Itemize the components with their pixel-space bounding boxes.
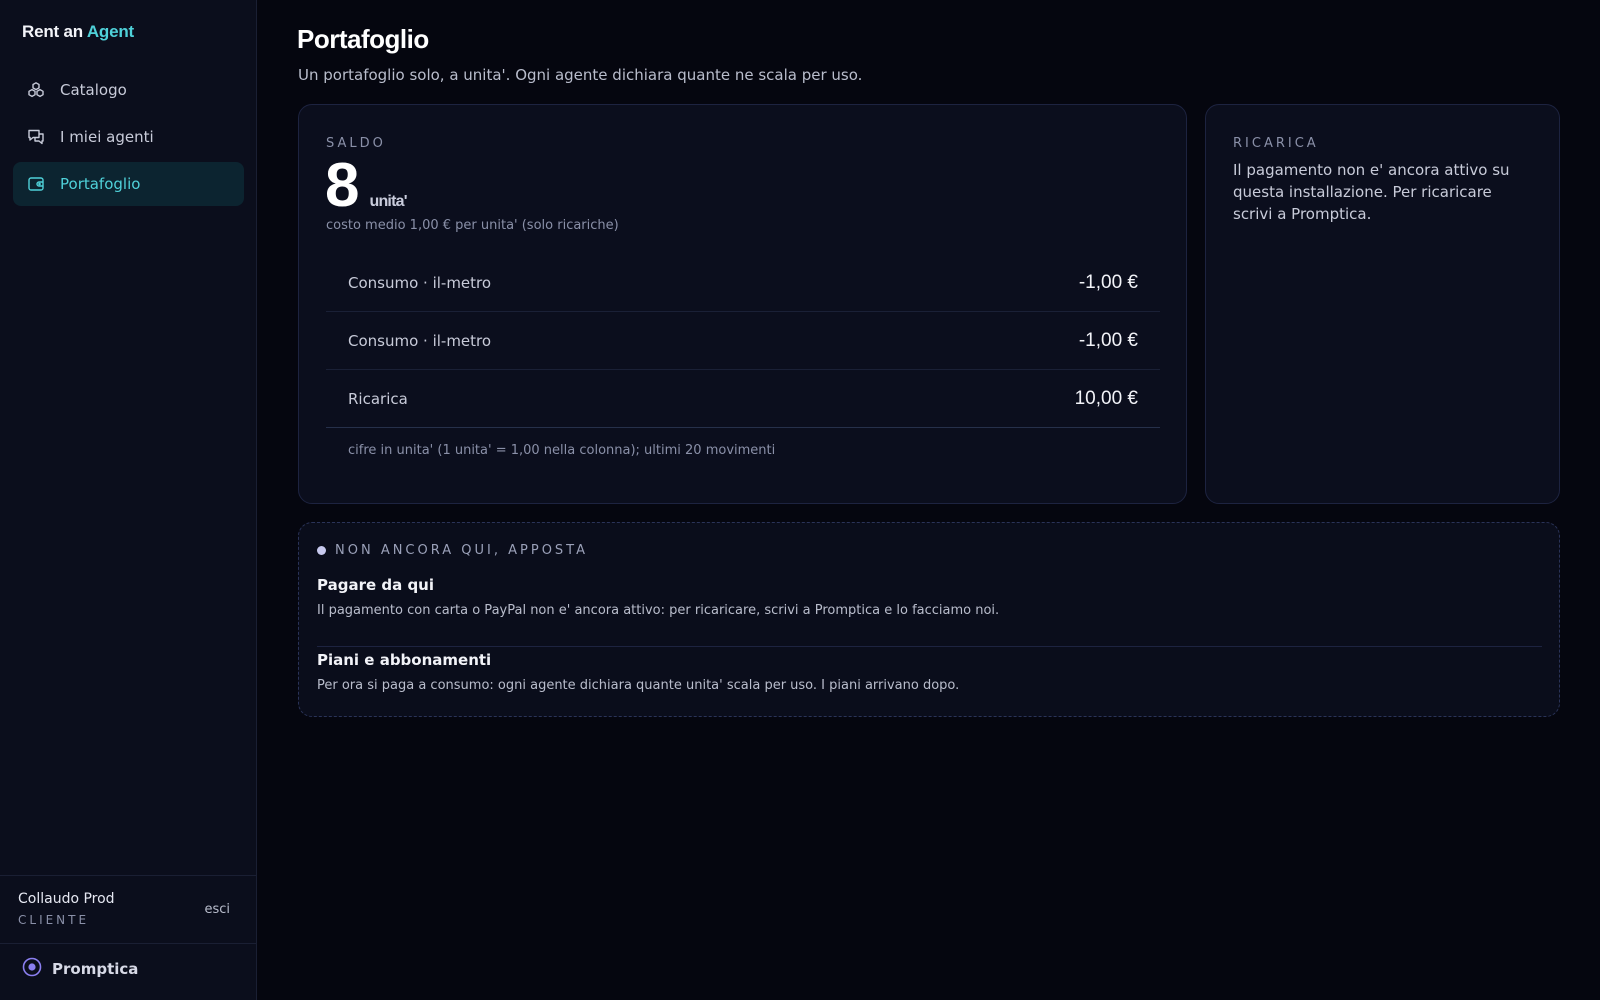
sidebar-item-label: I miei agenti (60, 128, 154, 146)
not-yet-item-title: Piani e abbonamenti (317, 651, 492, 669)
footer-brand-name: Promptica (52, 960, 139, 978)
page-title: Portafoglio (297, 24, 429, 54)
saldo-label: SALDO (326, 136, 386, 151)
user-block: Collaudo Prod CLIENTE esci (0, 875, 256, 944)
movement-amount: 10,00 € (1074, 387, 1138, 409)
balance: 8 unita' (325, 151, 408, 220)
dot-icon (317, 546, 326, 555)
balance-value: 8 (325, 151, 360, 220)
not-yet-title: NON ANCORA QUI, APPOSTA (335, 543, 588, 558)
cubes-icon (26, 80, 46, 100)
not-yet-item-text: Per ora si paga a consumo: ogni agente d… (317, 678, 960, 693)
balance-unit: unita' (369, 193, 407, 210)
movement-amount: -1,00 € (1078, 271, 1138, 293)
movement-amount: -1,00 € (1078, 329, 1138, 351)
logout-link[interactable]: esci (204, 902, 230, 917)
movement-row: Ricarica 10,00 € (326, 370, 1160, 428)
user-role: CLIENTE (18, 913, 90, 927)
page-subtitle: Un portafoglio solo, a unita'. Ogni agen… (298, 66, 863, 84)
wallet-icon (26, 174, 46, 194)
ricarica-card: RICARICA Il pagamento non e' ancora atti… (1205, 104, 1560, 504)
sidebar-item-portafoglio[interactable]: Portafoglio (13, 162, 244, 206)
user-name: Collaudo Prod (18, 891, 115, 907)
brand-accent: Agent (86, 22, 135, 41)
sidebar-item-label: Catalogo (60, 81, 127, 99)
target-icon (22, 957, 42, 981)
sidebar-item-catalogo[interactable]: Catalogo (13, 68, 244, 112)
average-cost: costo medio 1,00 € per unita' (solo rica… (326, 218, 619, 233)
sidebar-nav: Catalogo I miei agenti Portafoglio (13, 68, 244, 209)
brand-logo[interactable]: Rent an Agent (22, 22, 134, 42)
movement-label: Consumo · il-metro (348, 273, 492, 292)
movement-row: Consumo · il-metro -1,00 € (326, 312, 1160, 370)
sidebar-item-agenti[interactable]: I miei agenti (13, 115, 244, 159)
saldo-card: SALDO 8 unita' costo medio 1,00 € per un… (298, 104, 1187, 504)
brand-prefix: Rent an (22, 22, 83, 41)
not-yet-item: Pagare da qui Il pagamento con carta o P… (317, 576, 1542, 647)
movements-note: cifre in unita' (1 unita' = 1,00 nella c… (348, 443, 776, 458)
not-yet-header: NON ANCORA QUI, APPOSTA (317, 543, 588, 558)
sidebar-item-label: Portafoglio (60, 175, 141, 193)
movement-row: Consumo · il-metro -1,00 € (326, 254, 1160, 312)
movements-list: Consumo · il-metro -1,00 € Consumo · il-… (326, 254, 1160, 428)
not-yet-item-title: Pagare da qui (317, 576, 435, 594)
movement-label: Consumo · il-metro (348, 331, 492, 350)
sidebar: Rent an Agent Catalogo I miei agenti Por… (0, 0, 257, 1000)
movement-label: Ricarica (348, 389, 408, 408)
not-yet-item-text: Il pagamento con carta o PayPal non e' a… (317, 603, 1000, 618)
footer-brand[interactable]: Promptica (22, 957, 138, 981)
not-yet-item: Piani e abbonamenti Per ora si paga a co… (317, 651, 1542, 693)
ricarica-label: RICARICA (1233, 136, 1319, 151)
chat-bubbles-icon (26, 127, 46, 147)
ricarica-text: Il pagamento non e' ancora attivo su que… (1233, 161, 1510, 223)
not-yet-card: NON ANCORA QUI, APPOSTA Pagare da qui Il… (298, 522, 1560, 717)
